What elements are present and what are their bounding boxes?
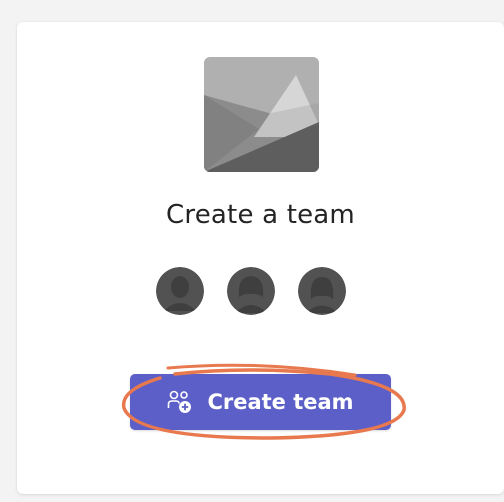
avatar-group [156,267,366,317]
create-team-button[interactable]: Create team [130,374,391,430]
card-title: Create a team [166,200,355,230]
person-icon [227,267,275,315]
create-team-card: Create a team Create team [17,22,504,494]
people-add-icon [167,389,193,415]
person-icon [298,267,346,315]
create-team-button-label: Create team [207,390,354,414]
person-icon [156,267,204,315]
image-placeholder-icon [204,57,319,172]
